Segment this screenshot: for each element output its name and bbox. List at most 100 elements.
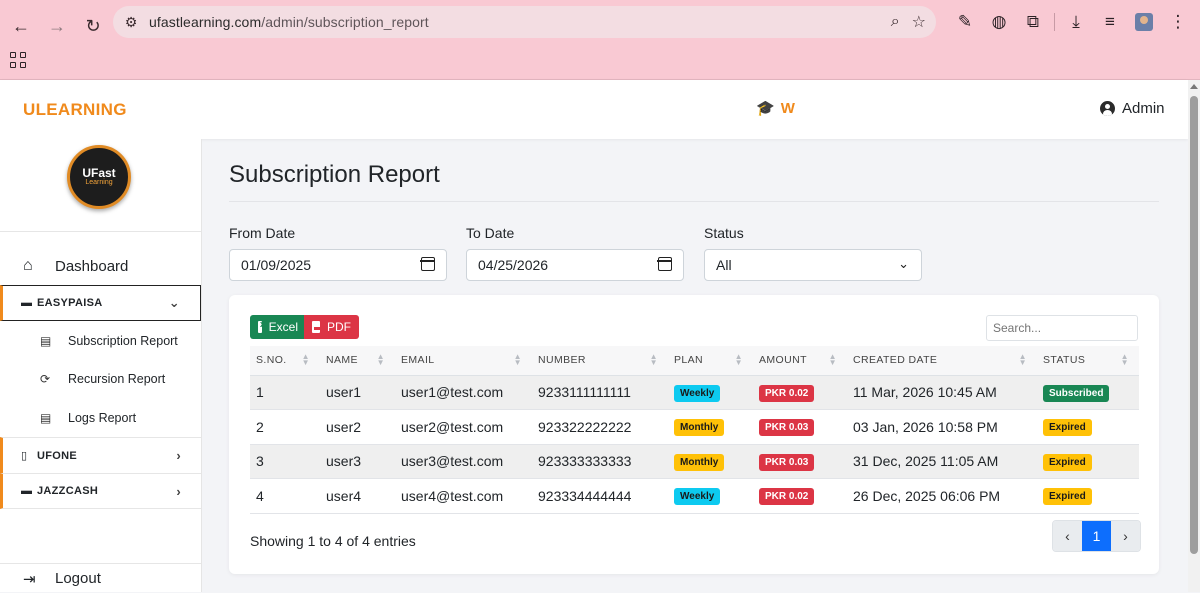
column-header-number[interactable]: NUMBER ▲ ▼: [532, 346, 668, 376]
column-header-sno[interactable]: S.NO. ▲ ▼: [250, 346, 320, 376]
zoom-icon[interactable]: ⌕: [891, 13, 900, 31]
chevron-right-icon: ›: [176, 483, 181, 499]
site-settings-icon[interactable]: ⚙: [117, 8, 145, 36]
url-text[interactable]: ufastlearning.com/admin/subscription_rep…: [149, 14, 429, 30]
extensions-icon[interactable]: ⧉: [1016, 6, 1050, 38]
table-row: 3 user3 user3@test.com 923333333333 Mont…: [250, 444, 1139, 479]
to-date-input[interactable]: 04/25/2026: [466, 249, 684, 281]
column-header-name[interactable]: NAME ▲ ▼: [320, 346, 395, 376]
sort-icon: ▲ ▼: [1120, 352, 1129, 367]
eyedropper-icon[interactable]: ✎: [948, 6, 982, 38]
sidebar-item-recursion-report[interactable]: ⟳ Recursion Report: [0, 364, 201, 394]
browser-chrome: ← → ↻ ⚙ ufastlearning.com/admin/subscrip…: [0, 0, 1200, 80]
pagination: ‹ 1 ›: [1052, 520, 1141, 552]
plan-badge: Monthly: [674, 419, 725, 437]
apps-grid-icon[interactable]: [8, 50, 28, 70]
sidebar: UFast Learning ⌂ Dashboard ▬ EASYPAISA ⌄…: [0, 139, 202, 592]
from-date-input[interactable]: 01/09/2025: [229, 249, 447, 281]
wallet-icon: ▬: [21, 485, 33, 497]
back-button[interactable]: ←: [4, 9, 38, 43]
cell-email: user3@test.com: [395, 444, 532, 479]
cell-status: Subscribed: [1037, 375, 1139, 410]
table-row: 1 user1 user1@test.com 9233111111111 Wee…: [250, 375, 1139, 410]
table-search-input[interactable]: [986, 315, 1138, 341]
pdf-file-icon: [312, 321, 320, 333]
status-badge: Subscribed: [1043, 384, 1110, 402]
status-badge: Expired: [1043, 419, 1092, 437]
column-header-email[interactable]: EMAIL ▲ ▼: [395, 346, 532, 376]
amount-badge: PKR 0.02: [759, 384, 815, 402]
status-label: Status: [704, 225, 744, 241]
address-bar[interactable]: ⚙ ufastlearning.com/admin/subscription_r…: [113, 6, 936, 38]
pagination-prev-button[interactable]: ‹: [1053, 521, 1082, 551]
cell-sno: 1: [250, 375, 320, 410]
page-scrollbar[interactable]: [1188, 80, 1200, 592]
cell-number: 923322222222: [532, 409, 668, 445]
sidebar-item-subscription-report[interactable]: ▤ Subscription Report: [0, 326, 201, 356]
sidebar-group-label: UFONE: [37, 449, 77, 462]
cell-status: Expired: [1037, 409, 1139, 445]
plan-badge: Monthly: [674, 453, 725, 471]
column-header-plan[interactable]: PLAN ▲ ▼: [668, 346, 753, 376]
chevron-down-icon: ⌄: [168, 295, 180, 310]
brand-logo[interactable]: ULEARNING: [23, 100, 127, 120]
cell-created-date: 03 Jan, 2026 10:58 PM: [847, 409, 1037, 445]
sidebar-item-logs-report[interactable]: ▤ Logs Report: [0, 403, 201, 433]
calendar-icon[interactable]: [657, 257, 672, 271]
url-path: /admin/subscription_report: [261, 14, 429, 30]
plan-badge: Weekly: [674, 384, 721, 402]
download-icon[interactable]: ⤓: [1059, 6, 1093, 38]
sidebar-item-dashboard[interactable]: ⌂ Dashboard: [0, 251, 201, 281]
cell-amount: PKR 0.02: [753, 375, 847, 410]
pagination-page-button[interactable]: 1: [1082, 521, 1111, 551]
pdf-export-button[interactable]: PDF: [304, 315, 359, 339]
reload-button[interactable]: ↻: [76, 9, 110, 43]
browser-menu-icon[interactable]: ⋮: [1161, 6, 1195, 38]
url-host: ufastlearning.com: [149, 14, 262, 30]
sidebar-item-logout[interactable]: ⇥ Logout: [0, 563, 201, 593]
bookmark-star-icon[interactable]: ☆: [912, 12, 926, 32]
cell-name: user4: [320, 478, 395, 514]
excel-export-button[interactable]: Excel: [250, 315, 306, 339]
column-header-amount[interactable]: AMOUNT ▲ ▼: [753, 346, 847, 376]
document-icon: ▤: [40, 411, 52, 425]
column-header-status[interactable]: STATUS ▲ ▼: [1037, 346, 1139, 376]
pdf-button-label: PDF: [327, 320, 351, 334]
to-date-value: 04/25/2026: [478, 257, 549, 273]
plan-badge: Weekly: [674, 488, 721, 506]
admin-label: Admin: [1122, 100, 1165, 117]
status-select-value: All: [716, 257, 732, 273]
sort-icon: ▲ ▼: [828, 352, 837, 367]
sidebar-group-ufone[interactable]: ▯ UFONE ›: [0, 437, 201, 473]
logout-icon: ⇥: [23, 570, 36, 588]
from-date-value: 01/09/2025: [241, 257, 312, 273]
cell-email: user2@test.com: [395, 409, 532, 445]
admin-menu[interactable]: Admin: [1100, 100, 1165, 117]
cell-plan: Monthly: [668, 444, 753, 479]
scroll-up-arrow[interactable]: [1190, 84, 1198, 89]
from-date-label: From Date: [229, 225, 296, 241]
calendar-icon[interactable]: [420, 257, 435, 271]
scrollbar-thumb[interactable]: [1190, 96, 1198, 554]
sidebar-logo-area: UFast Learning: [0, 139, 201, 232]
globe-icon[interactable]: ◍: [982, 6, 1016, 38]
sidebar-group-easypaisa[interactable]: ▬ EASYPAISA ⌄: [0, 285, 201, 321]
cell-created-date: 31 Dec, 2025 11:05 AM: [847, 444, 1037, 479]
sort-icon: ▲ ▼: [301, 352, 310, 367]
status-select[interactable]: All ⌄: [704, 249, 922, 281]
pagination-next-button[interactable]: ›: [1111, 521, 1140, 551]
column-header-created-date[interactable]: CREATED DATE ▲ ▼: [847, 346, 1037, 376]
profile-avatar[interactable]: [1127, 6, 1161, 38]
cell-sno: 2: [250, 409, 320, 445]
user-circle-icon: [1100, 101, 1115, 116]
media-queue-icon[interactable]: ≡: [1093, 6, 1127, 38]
center-logo-text: W: [780, 99, 795, 117]
sidebar-group-jazzcash[interactable]: ▬ JAZZCASH ›: [0, 473, 201, 509]
forward-button[interactable]: →: [40, 9, 74, 43]
cell-name: user3: [320, 444, 395, 479]
mobile-phone-icon: ▯: [21, 450, 28, 462]
sidebar-group-label: EASYPAISA: [37, 297, 103, 309]
sort-icon: ▲ ▼: [734, 352, 743, 367]
sidebar-item-label: Recursion Report: [68, 372, 166, 386]
cell-number: 923334444444: [532, 478, 668, 514]
